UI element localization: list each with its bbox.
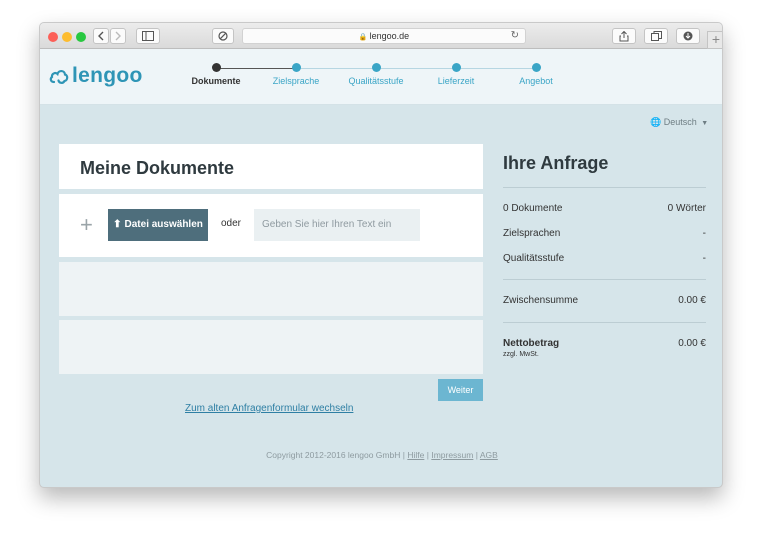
downloads-button[interactable] [676, 28, 700, 44]
text-input[interactable]: Geben Sie hier Ihren Text ein [254, 209, 420, 241]
share-icon [619, 31, 629, 42]
globe-icon: 🌐 [650, 117, 662, 127]
languages-value: - [702, 228, 706, 239]
step-dot [291, 63, 301, 72]
net-tax-note: zzgl. MwSt. [503, 351, 539, 358]
download-icon [683, 31, 693, 41]
tabs-overview-button[interactable] [644, 28, 668, 44]
document-slot [59, 262, 483, 316]
quality-label: Qualitätsstufe [503, 253, 565, 264]
zoom-window-button[interactable] [76, 32, 86, 42]
documents-title: Meine Dokumente [80, 158, 235, 178]
languages-label: Zielsprachen [503, 228, 561, 239]
language-selector[interactable]: 🌐 Deutsch ▼ [650, 117, 708, 128]
tabs-icon [650, 31, 662, 41]
imprint-link[interactable]: Impressum [431, 450, 473, 460]
step-label: Angebot [519, 76, 553, 86]
lock-icon: 🔒 [358, 34, 368, 41]
next-button[interactable]: Weiter [438, 379, 483, 401]
documents-title-box: Meine Dokumente [59, 144, 483, 189]
words-count: 0 Wörter [667, 203, 706, 214]
step-dot [451, 63, 461, 72]
url-text: lengoo.de [369, 31, 410, 41]
logo[interactable]: lengoo [49, 63, 143, 89]
terms-link[interactable]: AGB [480, 450, 498, 460]
footer-separator: | [475, 450, 478, 460]
logo-text: lengoo [72, 64, 143, 87]
sidebar-icon [142, 31, 154, 41]
step-angebot[interactable]: Angebot [486, 63, 586, 86]
summary-subtotal-row: Zwischensumme 0.00 € [503, 295, 706, 306]
net-value: 0.00 € [678, 338, 706, 349]
summary-quality-row: Qualitätsstufe - [503, 253, 706, 264]
help-link[interactable]: Hilfe [407, 450, 424, 460]
summary-title: Ihre Anfrage [503, 153, 609, 173]
footer-separator: | [426, 450, 429, 460]
plus-icon[interactable]: + [80, 214, 93, 236]
reload-icon[interactable]: ↻ [511, 29, 519, 43]
browser-window: 🔒 lengoo.de ↻ + lengoo Dokumente Zielspr… [39, 22, 723, 488]
footer-separator: | [402, 450, 405, 460]
subtotal-value: 0.00 € [678, 295, 706, 306]
block-icon [218, 31, 228, 41]
plus-icon: + [711, 31, 721, 47]
site-header: lengoo Dokumente Zielsprache Qualitätsst… [40, 49, 722, 105]
upload-file-label: Datei auswählen [124, 219, 203, 230]
summary-languages-row: Zielsprachen - [503, 228, 706, 239]
step-dot [211, 63, 221, 72]
upload-file-button[interactable]: ⬆ Datei auswählen [108, 209, 208, 241]
footer: Copyright 2012-2016 lengoo GmbH | Hilfe … [40, 450, 722, 460]
copyright-text: Copyright 2012-2016 lengoo GmbH [266, 450, 401, 460]
step-dot [531, 63, 541, 72]
quality-value: - [702, 253, 706, 264]
summary-documents-row: 0 Dokumente 0 Wörter [503, 203, 706, 214]
new-tab-button[interactable]: + [707, 31, 722, 49]
upload-icon: ⬆ [113, 219, 122, 230]
minimize-window-button[interactable] [62, 32, 72, 42]
divider [503, 187, 706, 188]
subtotal-label: Zwischensumme [503, 295, 579, 306]
close-window-button[interactable] [48, 32, 58, 42]
share-button[interactable] [612, 28, 636, 44]
net-label: Nettobetrag [503, 338, 560, 349]
forward-button[interactable] [110, 28, 126, 44]
chevron-right-icon [115, 31, 121, 41]
documents-count: 0 Dokumente [503, 203, 563, 214]
old-form-link[interactable]: Zum alten Anfragenformular wechseln [185, 403, 353, 414]
content-blocker-button[interactable] [212, 28, 234, 44]
language-label: Deutsch [663, 117, 697, 127]
or-label: oder [221, 218, 242, 229]
chevron-left-icon [98, 31, 104, 41]
address-bar[interactable]: 🔒 lengoo.de ↻ [242, 28, 526, 44]
step-dot [371, 63, 381, 72]
sidebar-button[interactable] [136, 28, 160, 44]
upload-row: + ⬆ Datei auswählen oder Geben Sie hier I… [59, 194, 483, 257]
cloud-icon [49, 69, 69, 84]
browser-toolbar: 🔒 lengoo.de ↻ + [40, 23, 722, 49]
document-slot [59, 320, 483, 374]
caret-down-icon: ▼ [701, 120, 709, 127]
back-button[interactable] [93, 28, 109, 44]
divider [503, 279, 706, 280]
divider [503, 322, 706, 323]
summary-net-row: Nettobetrag zzgl. MwSt. 0.00 € [503, 338, 706, 358]
